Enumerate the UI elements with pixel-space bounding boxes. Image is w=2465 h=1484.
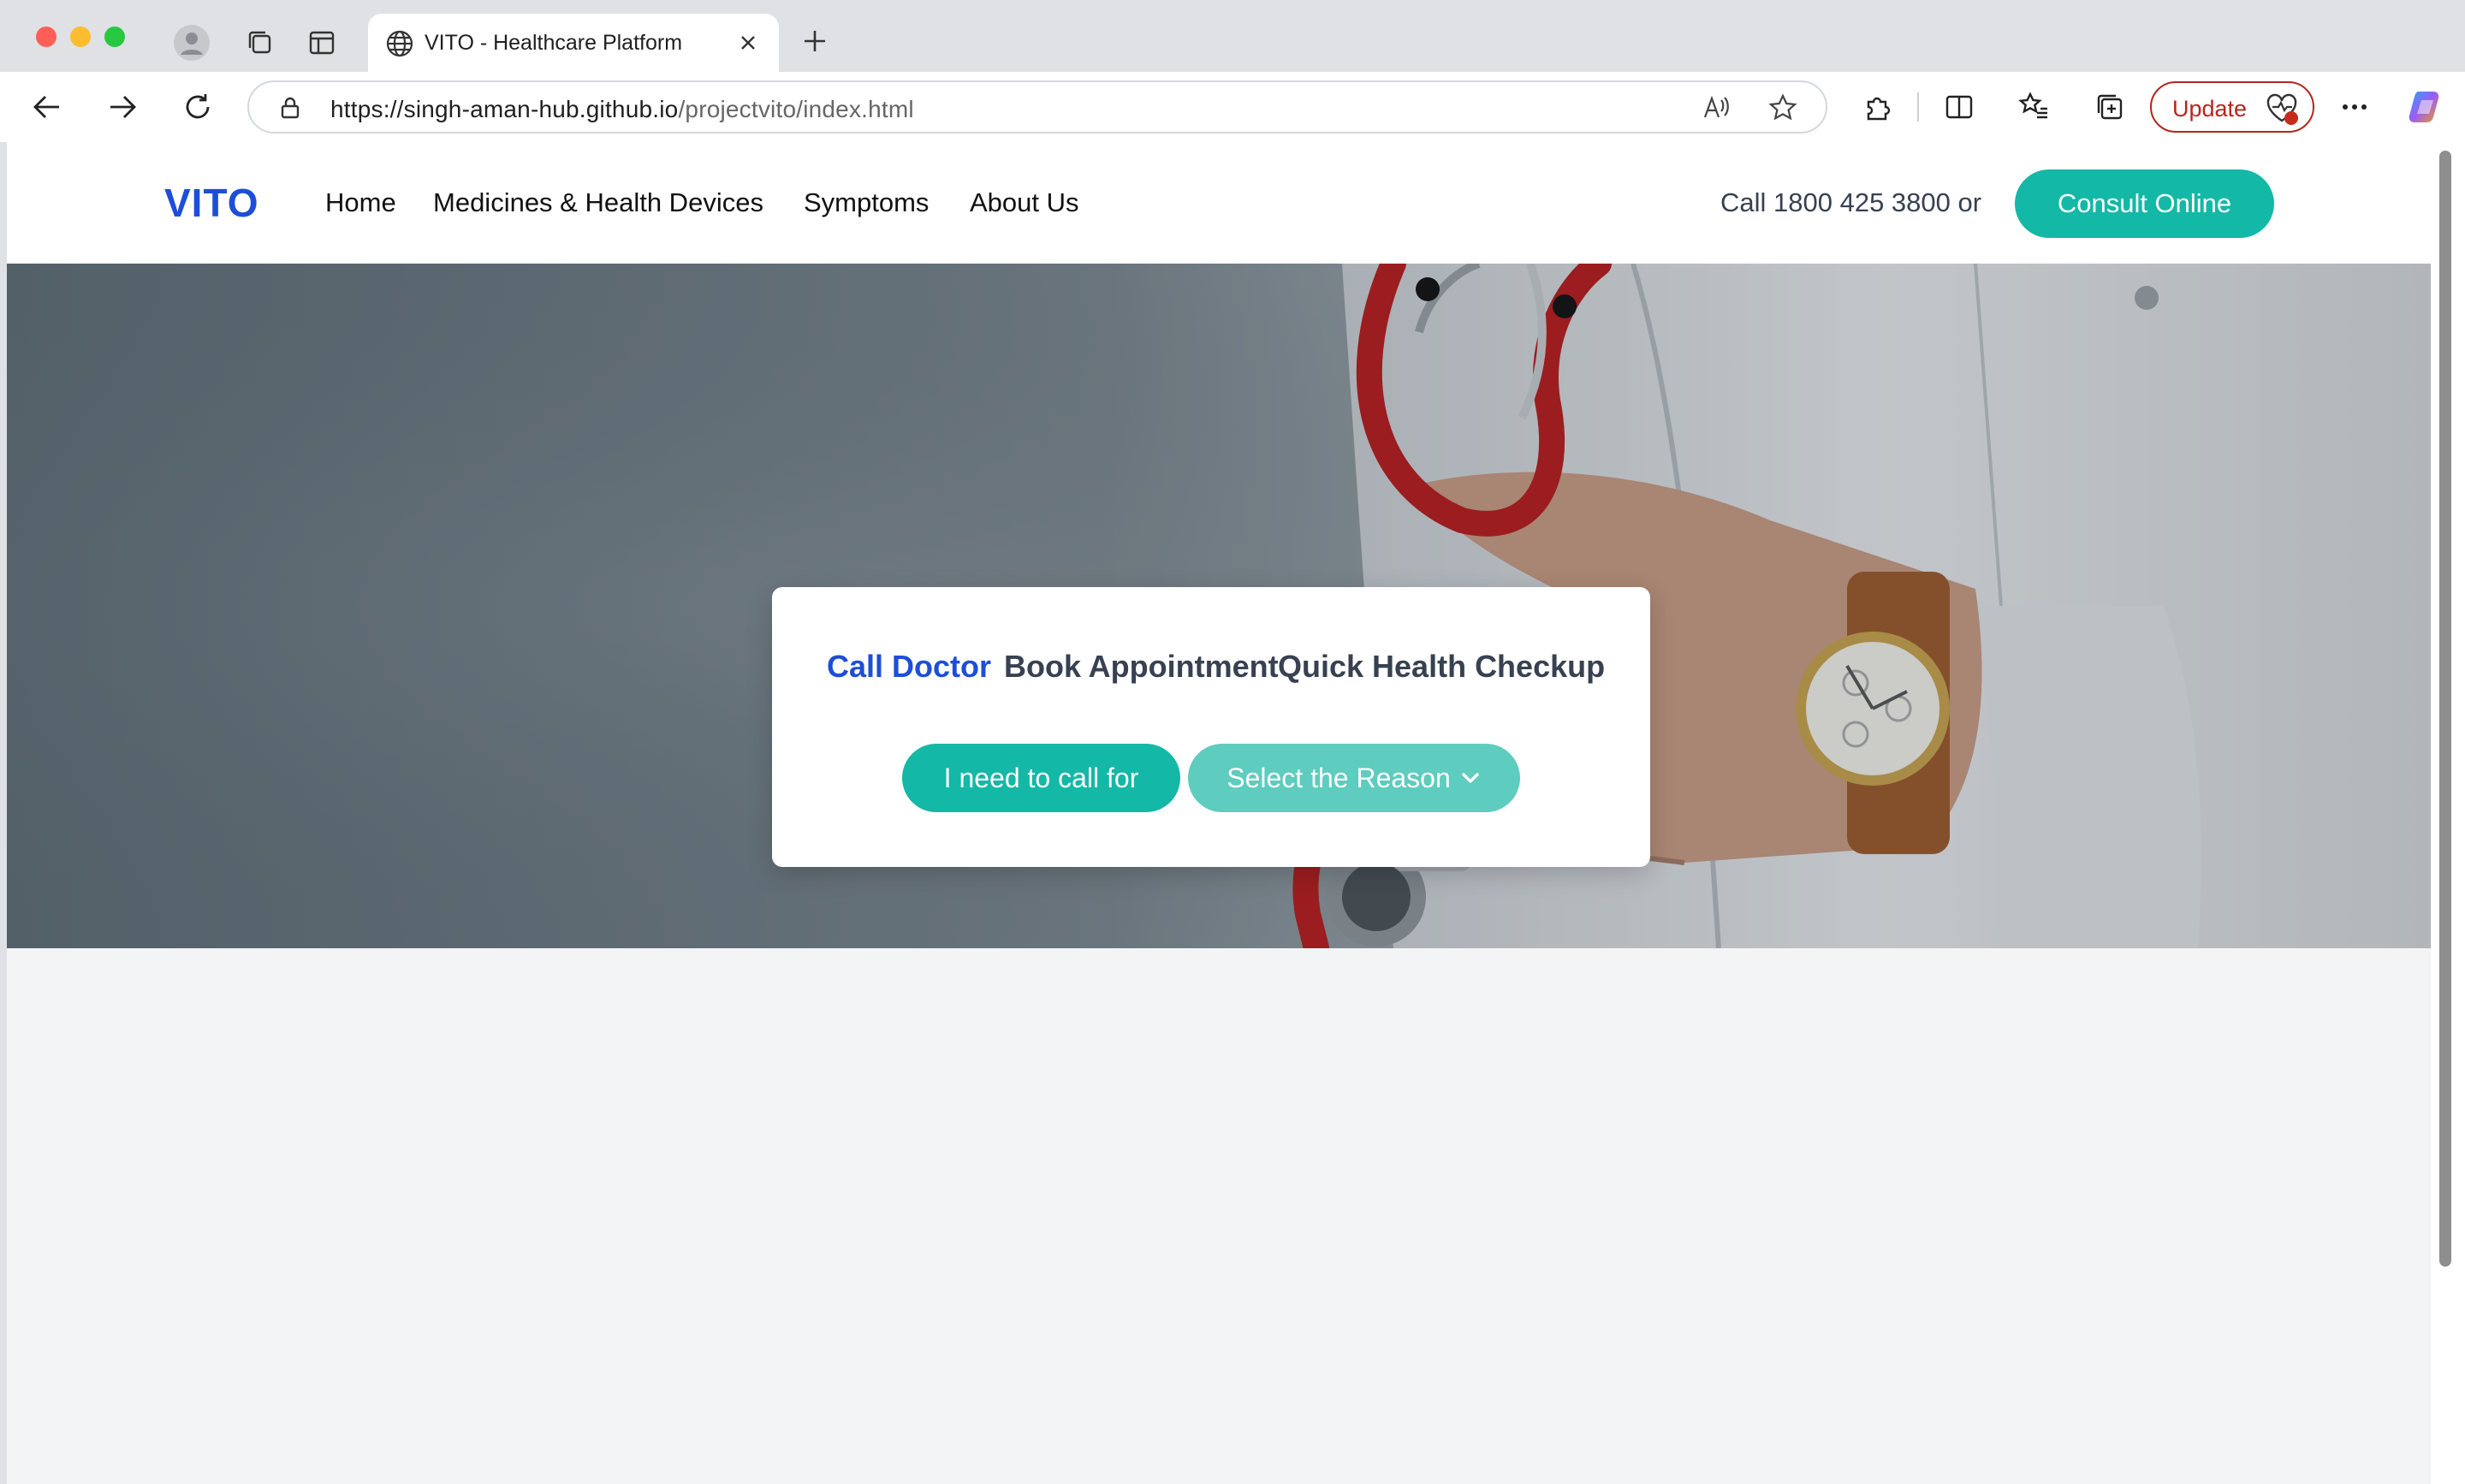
read-aloud-icon[interactable] [1697,89,1735,127]
tab-book-appointment[interactable]: Book Appointment [1004,649,1279,685]
tab-call-doctor[interactable]: Call Doctor [827,649,991,685]
active-tab[interactable]: VITO - Healthcare Platform [368,14,779,72]
lock-icon[interactable] [271,89,309,127]
tab-close-icon[interactable] [731,26,765,60]
call-doctor-card: Call Doctor Book Appointment Quick Healt… [772,587,1650,867]
vertical-tabs-icon[interactable] [300,21,344,65]
profile-icon[interactable] [169,21,214,65]
more-options-icon[interactable] [2331,84,2378,130]
window-maximize-button[interactable] [104,27,125,47]
copilot-icon[interactable] [2403,84,2450,130]
url-host: https://singh-aman-hub.github.io [330,96,679,122]
globe-icon [385,29,414,62]
reason-select[interactable]: Select the Reason [1188,744,1520,812]
chevron-down-icon [1459,767,1482,789]
nav-home[interactable]: Home [325,187,396,218]
browser-tab-bar: VITO - Healthcare Platform [0,0,2465,72]
nav-about-us[interactable]: About Us [970,187,1079,218]
address-bar[interactable]: https://singh-aman-hub.github.io/project… [247,80,1827,134]
nav-medicines[interactable]: Medicines & Health Devices [433,187,763,218]
split-screen-icon[interactable] [1936,84,1982,130]
forward-icon[interactable] [99,84,146,130]
hero-banner: Call Doctor Book Appointment Quick Healt… [7,264,2431,948]
workspaces-icon[interactable] [238,21,282,65]
tab-quick-health-checkup[interactable]: Quick Health Checkup [1278,649,1605,685]
page-scrollbar-thumb[interactable] [2439,151,2451,1267]
site-header: VITO Home Medicines & Health Devices Sym… [7,142,2431,264]
favorite-star-icon[interactable] [1764,89,1802,127]
call-for-button[interactable]: I need to call for [902,744,1180,812]
browser-toolbar: https://singh-aman-hub.github.io/project… [0,72,2465,142]
consult-online-button[interactable]: Consult Online [2015,169,2274,238]
url-text: https://singh-aman-hub.github.io/project… [330,96,914,123]
reason-select-label: Select the Reason [1227,762,1451,793]
toolbar-divider [1917,92,1919,122]
favorites-icon[interactable] [2011,84,2058,130]
update-label: Update [2172,96,2248,122]
new-tab-icon[interactable] [796,22,834,60]
reload-icon[interactable] [175,84,221,130]
extensions-icon[interactable] [1854,84,1900,130]
back-icon[interactable] [24,84,70,130]
collections-icon[interactable] [2087,84,2133,130]
update-button[interactable]: Update [2150,81,2314,133]
browser-essentials-icon [2263,90,2301,128]
tab-title: VITO - Healthcare Platform [425,31,683,55]
window-minimize-button[interactable] [70,27,91,47]
site-logo[interactable]: VITO [164,180,259,226]
call-phone-text: Call 1800 425 3800 or [1720,187,1982,217]
url-path: /projectvito/index.html [678,96,914,122]
nav-symptoms[interactable]: Symptoms [804,187,929,218]
window-close-button[interactable] [36,27,56,47]
page-viewport: VITO Home Medicines & Health Devices Sym… [7,142,2431,1484]
